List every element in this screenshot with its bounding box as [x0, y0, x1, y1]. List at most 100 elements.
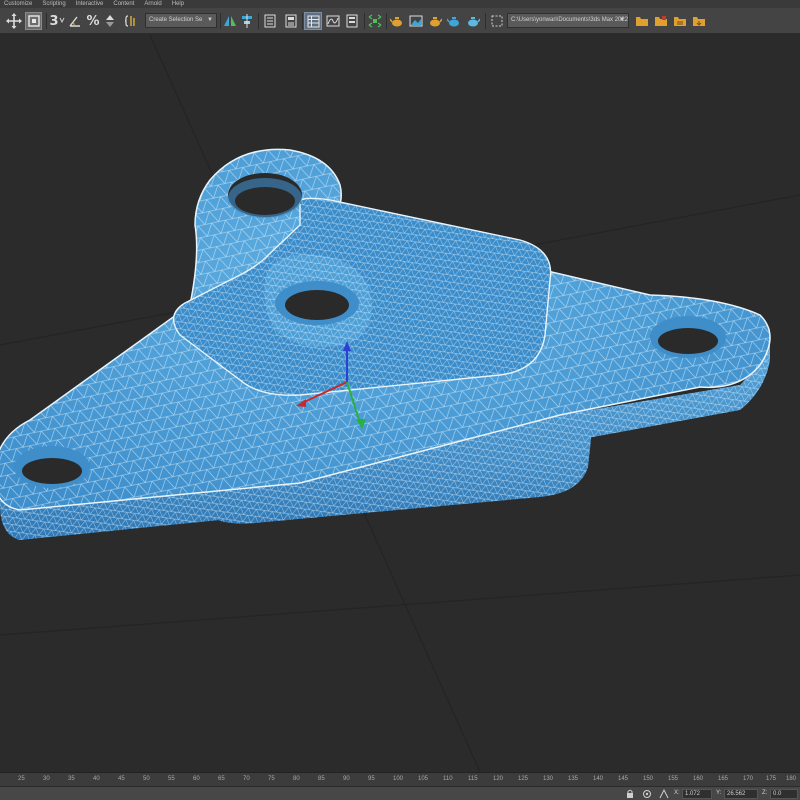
timeline-tick: 160	[693, 776, 704, 782]
timeline-tick: 70	[243, 776, 250, 782]
snap-3d-button[interactable]: 3	[48, 12, 66, 30]
select-square-icon	[27, 15, 40, 27]
schematic-view-button[interactable]	[344, 12, 360, 30]
material-editor-button[interactable]	[367, 12, 383, 30]
dashed-box-icon	[491, 15, 503, 27]
menu-item-help[interactable]: Help	[172, 0, 184, 8]
project-settings-button[interactable]	[672, 12, 688, 30]
main-toolbar: 3 % Create Selection Se ▼ C:\Users\yonwa…	[0, 8, 800, 34]
y-coordinate-value: 26.562	[727, 791, 746, 797]
render-production-button[interactable]	[427, 12, 443, 30]
perspective-viewport[interactable]	[0, 35, 800, 772]
hole-left	[22, 458, 82, 484]
x-coordinate-value: 1.072	[685, 791, 701, 797]
x-coordinate-field[interactable]: 1.072	[682, 789, 712, 799]
x-coordinate-label: X:	[674, 790, 680, 796]
curve-editor-icon	[326, 15, 340, 27]
scene-explorer-icon	[307, 15, 319, 27]
render-in-cloud-button[interactable]	[465, 12, 481, 30]
timeline-tick: 165	[718, 776, 729, 782]
render-setup-button[interactable]	[389, 12, 405, 30]
viewport-canvas	[0, 35, 800, 772]
y-coordinate-field[interactable]: 26.562	[724, 789, 758, 799]
menu-item-interactive[interactable]: Interactive	[76, 0, 104, 8]
timeline-ruler[interactable]: 25 30 35 40 45 50 55 60 65 70 75 80 85 9…	[0, 772, 800, 786]
timeline-tick: 50	[143, 776, 150, 782]
activeshade-teapot-icon	[447, 17, 459, 27]
timeline-tick: 140	[593, 776, 604, 782]
spinner-snap-button[interactable]	[103, 12, 117, 30]
hole-right	[658, 328, 718, 354]
toolbar-separator	[220, 13, 221, 29]
y-coordinate-label: Y:	[716, 790, 722, 796]
schematic-icon	[346, 14, 358, 28]
layer-explorer-button[interactable]	[262, 12, 278, 30]
timeline-tick: 135	[568, 776, 579, 782]
percent-snap-label: %	[86, 13, 100, 29]
selection-set-dropdown[interactable]: Create Selection Se ▼	[145, 13, 217, 28]
curve-editor-button[interactable]	[325, 12, 341, 30]
move-icon	[6, 13, 22, 29]
align-icon	[242, 14, 252, 28]
folder-list-icon	[674, 17, 686, 26]
timeline-tick: 40	[93, 776, 100, 782]
timeline-tick: 85	[318, 776, 325, 782]
timeline-tick: 115	[468, 776, 478, 782]
cloud-teapot-icon	[468, 17, 480, 27]
toggle-ribbon-button[interactable]	[283, 12, 299, 30]
menu-item-content[interactable]: Content	[113, 0, 134, 8]
absolute-mode-icon[interactable]	[659, 789, 669, 799]
timeline-tick: 35	[68, 776, 75, 782]
folder-arrow-icon	[693, 17, 705, 26]
timeline-tick: 25	[18, 776, 25, 782]
project-path-dropdown[interactable]: C:\Users\yonwan\Documents\3ds Max 2022 ▼	[507, 13, 629, 28]
folder-star-icon	[655, 16, 667, 26]
angle-snap-button[interactable]	[67, 12, 83, 30]
layer-list-icon	[264, 14, 276, 28]
timeline-tick: 55	[168, 776, 175, 782]
timeline-tick: 170	[743, 776, 754, 782]
align-button[interactable]	[240, 12, 254, 30]
timeline-tick: 145	[618, 776, 629, 782]
rendered-frame-window-button[interactable]	[408, 12, 424, 30]
project-arrow-button[interactable]	[691, 12, 707, 30]
toolbar-separator	[46, 13, 47, 29]
ribbon-icon	[285, 14, 297, 28]
set-project-folder-button[interactable]	[634, 12, 650, 30]
timeline-tick: 175	[766, 776, 777, 782]
timeline-tick: 65	[218, 776, 225, 782]
teapot-icon	[390, 17, 402, 27]
mirror-icon	[224, 16, 236, 26]
project-browse-button[interactable]	[653, 12, 669, 30]
timeline-tick: 30	[43, 776, 50, 782]
isolate-selection-icon[interactable]	[642, 789, 652, 799]
render-activeshade-button[interactable]	[446, 12, 462, 30]
scene-explorer-button[interactable]	[304, 12, 322, 30]
timeline-tick: 60	[193, 776, 200, 782]
menu-item-customize[interactable]: Customize	[4, 0, 32, 8]
mirror-button[interactable]	[222, 12, 238, 30]
move-button[interactable]	[6, 12, 22, 30]
timeline-tick: 105	[418, 776, 429, 782]
snap-3d-label: 3	[49, 13, 59, 29]
menu-item-arnold[interactable]: Arnold	[144, 0, 161, 8]
toolbar-separator	[258, 13, 259, 29]
timeline-tick: 95	[368, 776, 375, 782]
percent-snap-button[interactable]: %	[85, 12, 101, 30]
toolbar-separator	[386, 13, 387, 29]
selection-lock-icon[interactable]	[625, 789, 635, 799]
timeline-tick: 120	[493, 776, 504, 782]
z-coordinate-field[interactable]: 0.0	[770, 789, 798, 799]
hole-center	[285, 290, 349, 320]
edit-named-selection-button[interactable]	[124, 12, 140, 30]
timeline-tick: 150	[643, 776, 654, 782]
toolbar-separator	[302, 13, 303, 29]
timeline-tick: 45	[118, 776, 125, 782]
spinner-snap-icon	[106, 15, 114, 27]
menu-item-scripting[interactable]: Scripting	[42, 0, 65, 8]
select-object-button[interactable]	[25, 12, 42, 30]
project-folder-button[interactable]	[490, 12, 504, 30]
snap-magnet-icon	[59, 17, 64, 24]
named-selection-icon	[125, 15, 135, 27]
folder-icon	[636, 17, 648, 26]
